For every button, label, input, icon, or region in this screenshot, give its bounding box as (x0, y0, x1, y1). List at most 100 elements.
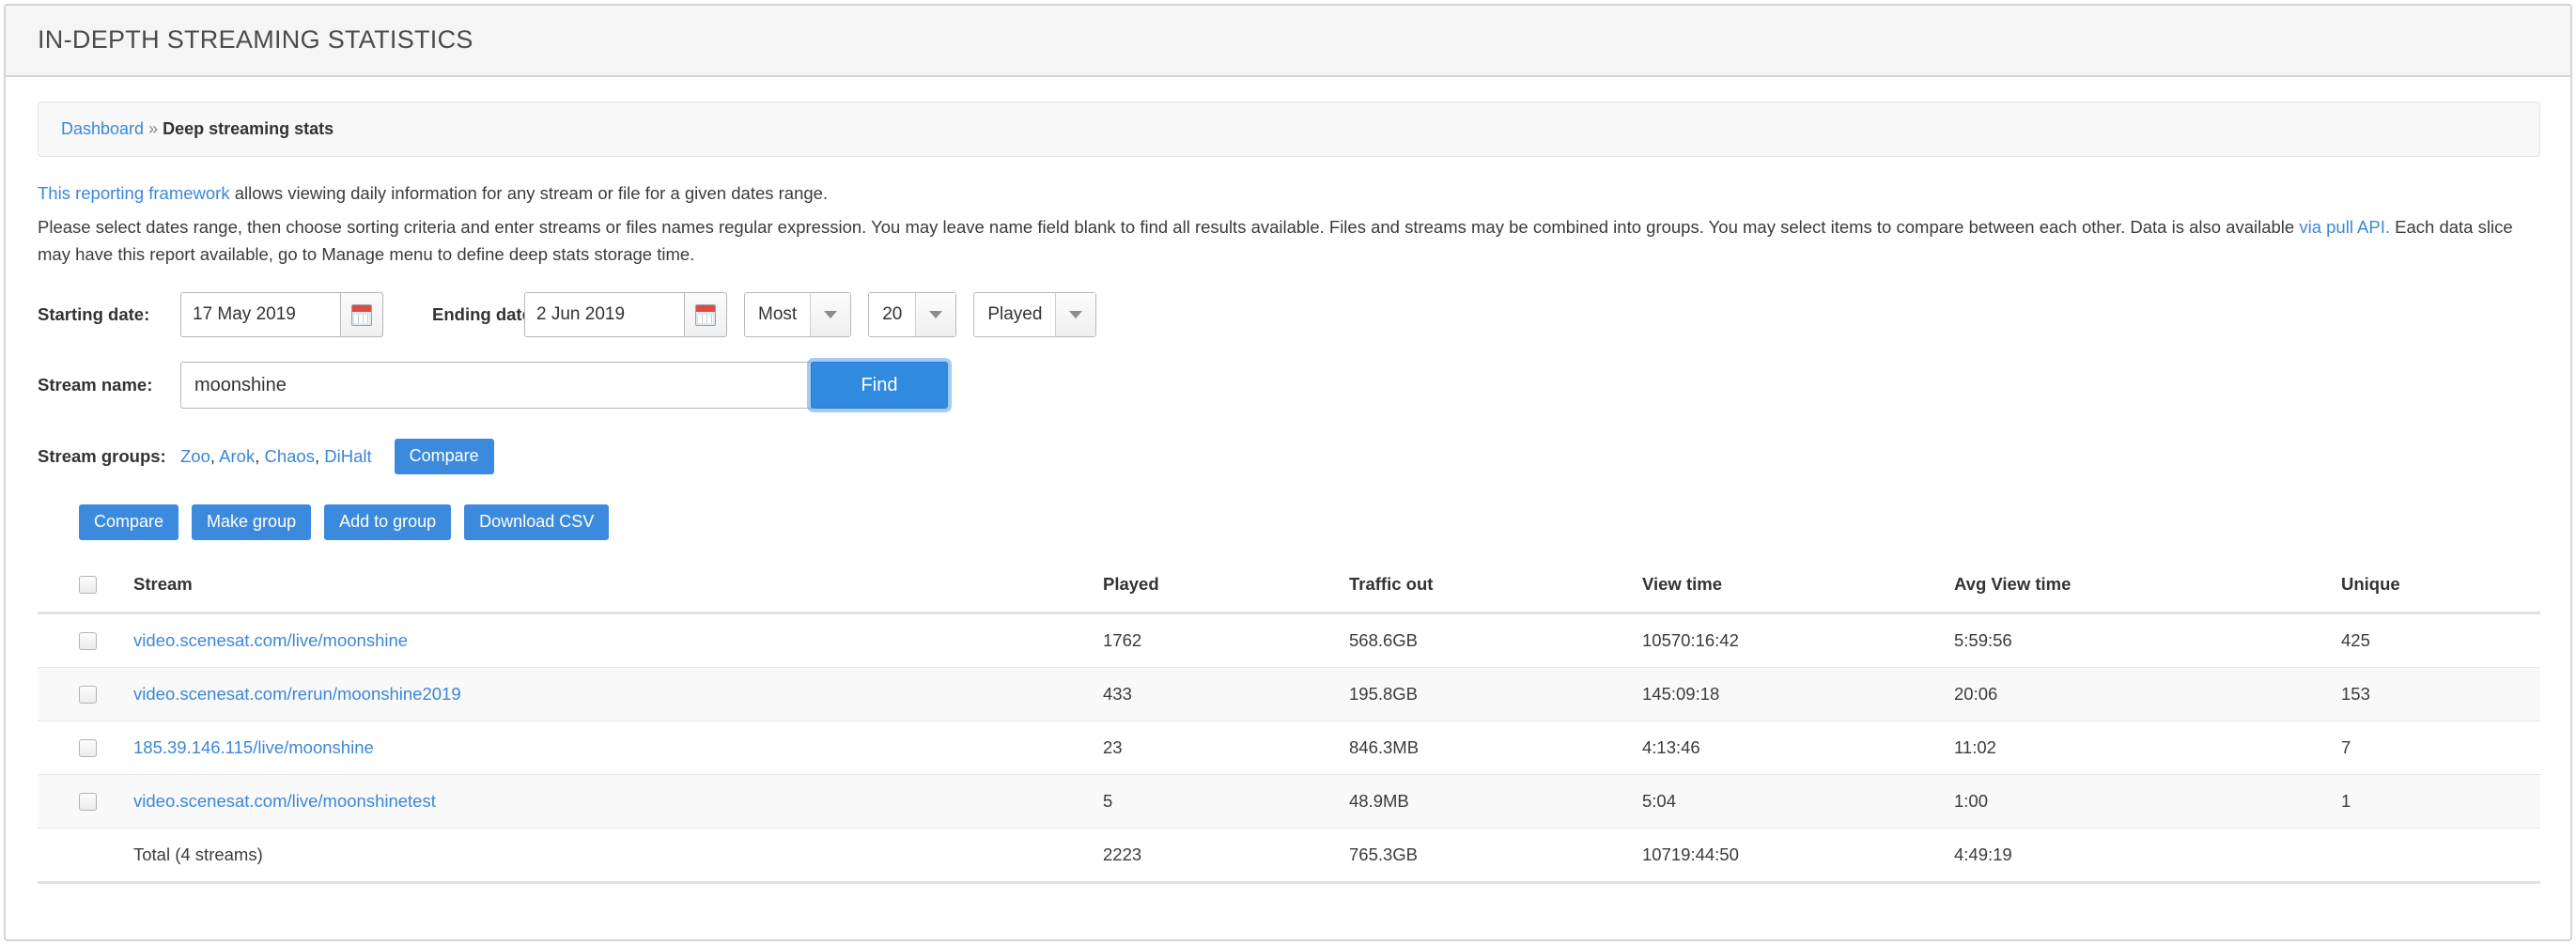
search-input[interactable] (180, 362, 812, 410)
stream-groups-label: Stream groups: (38, 446, 166, 467)
ending-date-group (524, 292, 727, 338)
table-row: 185.39.146.115/live/moonshine 23 846.3MB… (38, 720, 2540, 775)
deep-streaming-stats-page: IN-DEPTH STREAMING STATISTICS Dashboard»… (0, 0, 2576, 945)
row-view-time: 10570:16:42 (1637, 612, 1948, 668)
row-played: 433 (1097, 666, 1343, 721)
total-avg-view-time: 4:49:19 (1948, 827, 2335, 884)
breadcrumb-current: Deep streaming stats (163, 118, 334, 138)
stream-link[interactable]: video.scenesat.com/rerun/moonshine2019 (133, 684, 461, 704)
total-traffic-out: 765.3GB (1343, 827, 1637, 884)
chevron-down-icon (929, 311, 943, 319)
row-played: 23 (1097, 720, 1343, 775)
row-checkbox[interactable] (79, 686, 97, 705)
row-unique: 425 (2335, 612, 2540, 668)
column-header-traffic-out[interactable]: Traffic out (1343, 560, 1637, 614)
stream-group-link-arok[interactable]: Arok (219, 446, 255, 466)
row-avg-view-time: 20:06 (1948, 666, 2335, 721)
starting-date-label: Starting date: (38, 304, 150, 325)
select-all-checkbox[interactable] (79, 576, 97, 595)
column-header-played[interactable]: Played (1097, 560, 1343, 614)
total-played: 2223 (1097, 827, 1343, 884)
row-checkbox[interactable] (79, 739, 97, 758)
total-unique (2335, 827, 2540, 884)
total-label: Total (4 streams) (128, 827, 1097, 884)
row-view-time: 4:13:46 (1637, 720, 1948, 775)
row-select-cell (38, 720, 128, 775)
row-view-time: 145:09:18 (1637, 666, 1948, 721)
limit-select[interactable]: 20 (868, 292, 957, 338)
chevron-down-icon (824, 311, 838, 319)
stream-link[interactable]: 185.39.146.115/live/moonshine (133, 737, 374, 757)
intro-text: This reporting framework allows viewing … (38, 179, 2540, 269)
reporting-framework-link[interactable]: This reporting framework (38, 183, 230, 203)
breadcrumb-link-dashboard[interactable]: Dashboard (61, 119, 144, 138)
main-panel: IN-DEPTH STREAMING STATISTICS Dashboard»… (4, 4, 2572, 941)
row-avg-view-time: 5:59:56 (1948, 612, 2335, 668)
metric-select-arrow[interactable] (1055, 293, 1096, 337)
starting-date-input[interactable] (180, 292, 340, 338)
page-title: IN-DEPTH STREAMING STATISTICS (38, 25, 473, 54)
stream-groups-links[interactable]: Zoo, Arok, Chaos, DiHalt (180, 446, 372, 467)
row-view-time: 5:04 (1637, 773, 1948, 829)
row-traffic-out: 195.8GB (1343, 666, 1637, 721)
find-button[interactable]: Find (811, 362, 948, 410)
starting-date-calendar-button[interactable] (340, 292, 383, 338)
page-header: IN-DEPTH STREAMING STATISTICS (6, 6, 2570, 77)
row-select-cell (38, 612, 128, 668)
search-row: Stream name: Find (38, 362, 2540, 410)
ending-date-label: Ending date: (432, 304, 538, 325)
stream-group-link-zoo[interactable]: Zoo (180, 446, 210, 466)
ending-date-input[interactable] (524, 292, 684, 338)
compare-button[interactable]: Compare (79, 503, 179, 540)
stream-group-link-dihalt[interactable]: DiHalt (324, 446, 371, 466)
row-played: 1762 (1097, 612, 1343, 668)
row-played: 5 (1097, 773, 1343, 829)
table-row: video.scenesat.com/live/moonshinetest 5 … (38, 773, 2540, 829)
panel-body: Dashboard» Deep streaming stats This repo… (6, 77, 2570, 939)
row-select-cell (38, 773, 128, 829)
order-select-arrow[interactable] (810, 293, 851, 337)
table-actions: Compare Make group Add to group Download… (79, 503, 2540, 540)
row-stream-cell: video.scenesat.com/live/moonshinetest (128, 773, 1097, 829)
row-checkbox[interactable] (79, 632, 97, 651)
row-unique: 1 (2335, 773, 2540, 829)
stream-link[interactable]: video.scenesat.com/live/moonshine (133, 630, 408, 650)
stream-link[interactable]: video.scenesat.com/live/moonshinetest (133, 791, 436, 811)
row-traffic-out: 846.3MB (1343, 720, 1637, 775)
stream-groups-compare-button[interactable]: Compare (394, 439, 494, 474)
starting-date-group (180, 292, 383, 338)
add-to-group-button[interactable]: Add to group (324, 503, 452, 540)
search-input-group: Find (180, 362, 948, 410)
calendar-icon (695, 303, 716, 326)
column-header-view-time[interactable]: View time (1637, 560, 1948, 614)
column-header-avg-view-time[interactable]: Avg View time (1948, 560, 2335, 614)
make-group-button[interactable]: Make group (192, 503, 312, 540)
column-header-unique[interactable]: Unique (2335, 560, 2540, 614)
row-unique: 7 (2335, 720, 2540, 775)
row-checkbox[interactable] (79, 793, 97, 812)
limit-select-value: 20 (882, 304, 903, 325)
pull-api-link[interactable]: via pull API. (2299, 217, 2390, 237)
row-avg-view-time: 11:02 (1948, 720, 2335, 775)
calendar-icon (351, 303, 372, 326)
row-unique: 153 (2335, 666, 2540, 721)
select-all-cell (38, 560, 128, 614)
row-traffic-out: 48.9MB (1343, 773, 1637, 829)
table-row: video.scenesat.com/live/moonshine 1762 5… (38, 612, 2540, 668)
column-header-stream[interactable]: Stream (128, 560, 1097, 614)
download-csv-button[interactable]: Download CSV (464, 503, 610, 540)
row-stream-cell: video.scenesat.com/rerun/moonshine2019 (128, 666, 1097, 721)
ending-date-calendar-button[interactable] (684, 292, 727, 338)
total-view-time: 10719:44:50 (1637, 827, 1948, 884)
intro-line-1-rest: allows viewing daily information for any… (229, 182, 829, 203)
intro-line-2-a: Please select dates range, then choose s… (38, 216, 2300, 237)
stream-group-link-chaos[interactable]: Chaos (264, 446, 314, 466)
row-select-cell (38, 666, 128, 721)
limit-select-arrow[interactable] (915, 293, 956, 337)
metric-select[interactable]: Played (973, 292, 1097, 338)
row-traffic-out: 568.6GB (1343, 612, 1637, 668)
order-select-value: Most (758, 304, 798, 325)
table-row: video.scenesat.com/rerun/moonshine2019 4… (38, 666, 2540, 721)
order-select[interactable]: Most (744, 292, 852, 338)
breadcrumb: Dashboard» Deep streaming stats (38, 101, 2540, 157)
